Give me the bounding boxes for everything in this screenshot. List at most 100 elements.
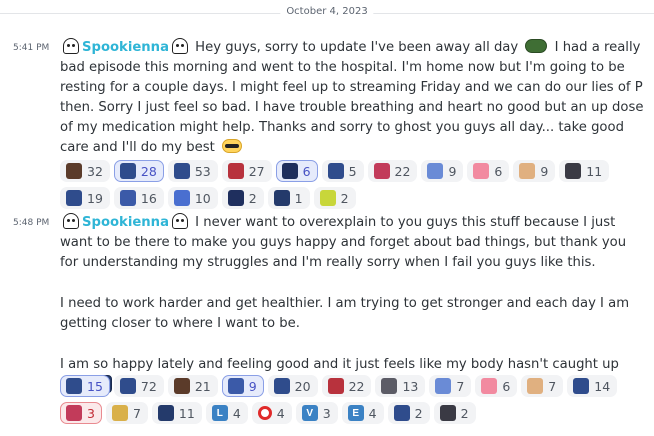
reaction-button[interactable]: 7: [105, 402, 148, 424]
reaction-button[interactable]: 2: [387, 402, 430, 424]
reaction-button[interactable]: 72: [113, 375, 164, 397]
anime-emote-icon: [157, 405, 174, 421]
anime-emote-icon: [327, 163, 344, 179]
reaction-button[interactable]: E4: [341, 402, 384, 424]
reaction-count: 22: [348, 378, 365, 394]
anime-emote-icon: [173, 163, 190, 179]
anime-emote-icon: [373, 163, 390, 179]
reaction-button[interactable]: 1: [267, 187, 310, 209]
anime-emote-icon: [119, 378, 136, 394]
red-circle-icon: [257, 406, 272, 420]
reaction-count: 32: [87, 163, 103, 179]
reaction-button[interactable]: 7: [429, 375, 472, 397]
reaction-button[interactable]: 13: [375, 375, 426, 397]
ghost-icon: [63, 38, 79, 54]
message-body: Spookienna I never want to overexplain t…: [60, 213, 646, 273]
reaction-button[interactable]: 3: [60, 402, 102, 424]
fruit-emote-icon: [319, 190, 336, 206]
reaction-button[interactable]: 22: [367, 160, 418, 182]
anime-emote-icon: [273, 190, 290, 206]
username[interactable]: Spookienna: [82, 215, 169, 230]
letter-l-icon: L: [211, 405, 228, 421]
message-content: Spookienna I never want to overexplain t…: [60, 213, 646, 397]
reaction-button[interactable]: 2: [433, 402, 476, 424]
reaction-button[interactable]: 14: [567, 375, 618, 397]
animal-emote-icon: [527, 378, 544, 394]
reaction-count: 9: [248, 378, 257, 394]
reaction-button[interactable]: L4: [205, 402, 248, 424]
reaction-button[interactable]: 5: [321, 160, 364, 182]
anime-emote-icon: [427, 163, 444, 179]
ghost-icon: [171, 213, 188, 229]
reaction-button[interactable]: 9: [221, 375, 264, 397]
reaction-count: 4: [368, 405, 377, 421]
reaction-count: 27: [248, 163, 265, 179]
reaction-button[interactable]: 27: [221, 160, 272, 182]
reaction-count: 2: [460, 405, 469, 421]
reaction-button[interactable]: 6: [475, 375, 518, 397]
reaction-count: 22: [394, 163, 411, 179]
reaction-row: 19 16 10 2 1 2: [60, 187, 356, 209]
username[interactable]: Spookienna: [82, 40, 169, 55]
reaction-count: 5: [348, 163, 357, 179]
reaction-button[interactable]: 28: [113, 160, 164, 182]
reaction-button[interactable]: 2: [313, 187, 356, 209]
reaction-button[interactable]: 16: [113, 187, 164, 209]
reaction-row: 32 28 53 27 6 5 22 9 6 9 11: [60, 160, 610, 182]
reaction-button[interactable]: V3: [295, 402, 338, 424]
message-content: Spookienna Hey guys, sorry to update I'v…: [60, 38, 646, 158]
anime-emote-icon: [66, 378, 82, 394]
letter-v-icon: V: [301, 405, 318, 421]
sunglasses-emoji-icon: [222, 139, 243, 153]
reaction-count: 6: [502, 378, 511, 394]
anime-emote-icon: [173, 378, 190, 394]
message-text: I had a really bad episode this morning …: [60, 40, 644, 155]
anime-emote-icon: [119, 163, 136, 179]
reaction-count: 72: [140, 378, 157, 394]
anime-emote-icon: [227, 378, 244, 394]
anime-emote-icon: [565, 163, 582, 179]
date-divider-label: October 4, 2023: [280, 6, 374, 17]
frog-emote-icon: [525, 39, 548, 53]
reaction-button[interactable]: 9: [513, 160, 556, 182]
reaction-button[interactable]: 6: [275, 160, 318, 182]
message-timestamp[interactable]: 5:41 PM: [13, 43, 49, 53]
reaction-count: 3: [87, 405, 95, 421]
reaction-count: 13: [402, 378, 419, 394]
reaction-count: 15: [87, 378, 103, 394]
reaction-count: 9: [448, 163, 457, 179]
reaction-count: 19: [87, 190, 103, 206]
reaction-button[interactable]: 53: [167, 160, 218, 182]
reaction-button[interactable]: 6: [467, 160, 510, 182]
reaction-button[interactable]: 19: [60, 187, 110, 209]
reaction-button[interactable]: 11: [151, 402, 202, 424]
reaction-button[interactable]: 9: [421, 160, 464, 182]
anime-emote-icon: [66, 163, 82, 179]
message-timestamp[interactable]: 5:48 PM: [13, 218, 49, 228]
letter-e-icon: E: [347, 405, 364, 421]
anime-emote-icon: [227, 190, 244, 206]
cake-emote-icon: [481, 378, 498, 394]
reaction-button[interactable]: 7: [521, 375, 564, 397]
reaction-button[interactable]: 21: [167, 375, 218, 397]
date-divider: October 4, 2023: [0, 4, 654, 22]
reaction-button[interactable]: 2: [221, 187, 264, 209]
message-body: Spookienna Hey guys, sorry to update I'v…: [60, 38, 646, 158]
reaction-button[interactable]: 11: [559, 160, 610, 182]
reaction-count: 6: [302, 163, 311, 179]
reaction-button[interactable]: 20: [267, 375, 318, 397]
anime-emote-icon: [573, 378, 590, 394]
reaction-count: 7: [132, 405, 141, 421]
reaction-count: 11: [178, 405, 195, 421]
anime-emote-icon: [281, 163, 298, 179]
reaction-button[interactable]: 22: [321, 375, 372, 397]
message-text: Hey guys, sorry to update I've been away…: [195, 40, 519, 55]
anime-emote-icon: [327, 378, 344, 394]
reaction-row: 15 72 21 9 20 22 13 7 6 7 14: [60, 375, 618, 397]
reaction-button[interactable]: 10: [167, 187, 218, 209]
ghost-icon: [63, 213, 79, 229]
reaction-button[interactable]: 15: [60, 375, 110, 397]
reaction-button[interactable]: 4: [251, 402, 292, 424]
reaction-button[interactable]: 32: [60, 160, 110, 182]
anime-emote-icon: [439, 405, 456, 421]
